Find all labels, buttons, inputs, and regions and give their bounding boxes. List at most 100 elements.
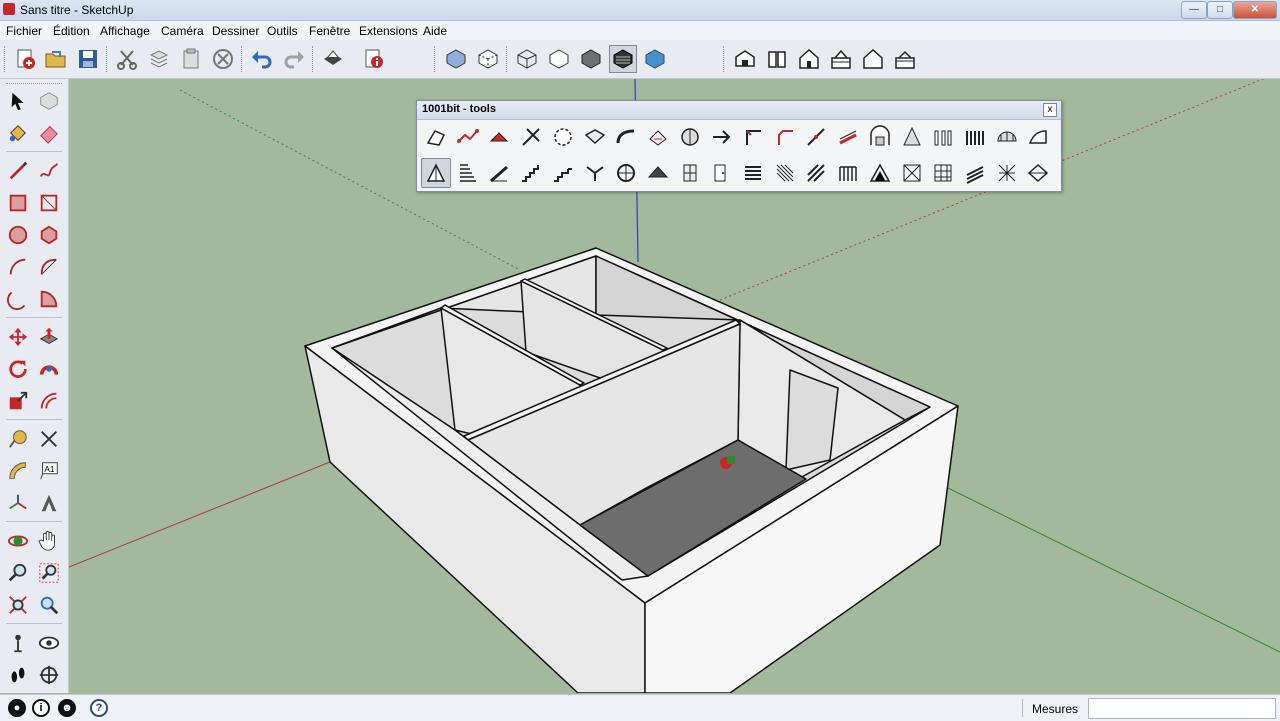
paste-icon[interactable] bbox=[177, 45, 205, 73]
toolbar-grip[interactable] bbox=[6, 83, 62, 84]
paint-bucket-icon[interactable] bbox=[4, 119, 32, 147]
3d-text-icon[interactable] bbox=[35, 489, 63, 517]
shaded-icon[interactable] bbox=[577, 45, 605, 73]
chamfer-icon[interactable] bbox=[738, 122, 768, 152]
curve-icon[interactable] bbox=[611, 122, 641, 152]
polyline-icon[interactable] bbox=[453, 122, 483, 152]
rotate-icon[interactable] bbox=[4, 355, 32, 383]
mesh-icon[interactable] bbox=[897, 158, 927, 188]
toolbar-grip[interactable] bbox=[723, 46, 726, 72]
panel-close-button[interactable]: x bbox=[1043, 103, 1057, 117]
shaded-textures-icon[interactable] bbox=[609, 45, 637, 73]
back-edges-icon[interactable] bbox=[474, 45, 502, 73]
redo-icon[interactable] bbox=[280, 45, 308, 73]
follow-me-icon[interactable] bbox=[35, 355, 63, 383]
walk-icon[interactable] bbox=[4, 661, 32, 689]
lattice-icon[interactable] bbox=[992, 158, 1022, 188]
hidden-line-icon[interactable] bbox=[545, 45, 573, 73]
measurements-input[interactable] bbox=[1088, 698, 1276, 719]
x-ray-icon[interactable] bbox=[442, 45, 470, 73]
columns-icon[interactable] bbox=[960, 122, 990, 152]
polygon-icon[interactable] bbox=[35, 221, 63, 249]
geo-location-icon[interactable]: ● bbox=[8, 699, 26, 717]
zoom-icon[interactable] bbox=[4, 559, 32, 587]
point-tool-icon[interactable] bbox=[421, 122, 451, 152]
wall-tool-icon[interactable] bbox=[421, 158, 451, 188]
erase-icon[interactable] bbox=[209, 45, 237, 73]
toolbar-grip[interactable] bbox=[4, 46, 7, 72]
monochrome-icon[interactable] bbox=[641, 45, 669, 73]
open-folder-icon[interactable] bbox=[42, 45, 70, 73]
minimize-button[interactable]: — bbox=[1181, 1, 1207, 19]
deck-icon[interactable] bbox=[960, 158, 990, 188]
panel-title-bar[interactable]: 1001bit - tools x bbox=[417, 101, 1061, 120]
menu-outils[interactable]: Outils bbox=[267, 24, 298, 38]
front-view-icon[interactable] bbox=[795, 45, 823, 73]
stairs-icon[interactable] bbox=[453, 158, 483, 188]
toolbar-grip[interactable] bbox=[434, 46, 437, 72]
menu-aide[interactable]: Aide bbox=[423, 24, 447, 38]
previous-view-icon[interactable] bbox=[35, 591, 63, 619]
offset-face-icon[interactable] bbox=[580, 122, 610, 152]
menu-fichier[interactable]: Fichier bbox=[6, 24, 42, 38]
new-icon[interactable] bbox=[11, 45, 39, 73]
ramp-icon[interactable] bbox=[484, 158, 514, 188]
zoom-window-icon[interactable] bbox=[35, 559, 63, 587]
divide-icon[interactable] bbox=[643, 122, 673, 152]
circle-center-icon[interactable] bbox=[548, 122, 578, 152]
tile-icon[interactable] bbox=[928, 158, 958, 188]
curved-wall-icon[interactable] bbox=[1023, 122, 1053, 152]
door-icon[interactable] bbox=[706, 158, 736, 188]
iso-view-icon[interactable] bbox=[731, 45, 759, 73]
rotated-rectangle-icon[interactable] bbox=[35, 189, 63, 217]
eraser-icon[interactable] bbox=[35, 119, 63, 147]
stair-split-icon[interactable] bbox=[580, 158, 610, 188]
push-pull-icon[interactable] bbox=[35, 323, 63, 351]
user-icon[interactable]: ☻ bbox=[58, 699, 76, 717]
dimension-icon[interactable] bbox=[35, 425, 63, 453]
top-view-icon[interactable] bbox=[763, 45, 791, 73]
back-view-icon[interactable] bbox=[859, 45, 887, 73]
1001bit-tools-panel[interactable]: 1001bit - tools x bbox=[416, 100, 1062, 192]
wireframe-icon[interactable] bbox=[513, 45, 541, 73]
dome-icon[interactable] bbox=[992, 122, 1022, 152]
arch-icon[interactable] bbox=[865, 122, 895, 152]
protractor-icon[interactable] bbox=[4, 457, 32, 485]
circle-icon[interactable] bbox=[4, 221, 32, 249]
text-icon[interactable]: A1 bbox=[35, 457, 63, 485]
right-view-icon[interactable] bbox=[827, 45, 855, 73]
stair-l-icon[interactable] bbox=[548, 158, 578, 188]
pan-icon[interactable] bbox=[35, 527, 63, 555]
close-button[interactable]: ✕ bbox=[1233, 1, 1277, 19]
undo-icon[interactable] bbox=[248, 45, 276, 73]
two-point-arc-icon[interactable] bbox=[35, 253, 63, 281]
left-view-icon[interactable] bbox=[891, 45, 919, 73]
joists-icon[interactable] bbox=[833, 158, 863, 188]
position-camera-icon[interactable] bbox=[4, 629, 32, 657]
move-icon[interactable] bbox=[4, 323, 32, 351]
select-icon[interactable] bbox=[4, 87, 32, 115]
cut-icon[interactable] bbox=[113, 45, 141, 73]
spiral-stair-icon[interactable] bbox=[611, 158, 641, 188]
orbit-icon[interactable] bbox=[4, 527, 32, 555]
roof-icon[interactable] bbox=[643, 158, 673, 188]
offset-icon[interactable] bbox=[35, 387, 63, 415]
arc-icon[interactable] bbox=[4, 253, 32, 281]
model-info-icon[interactable] bbox=[360, 45, 388, 73]
fillet-icon[interactable] bbox=[484, 122, 514, 152]
copy-icon[interactable] bbox=[145, 45, 173, 73]
save-icon[interactable] bbox=[74, 45, 102, 73]
component-icon[interactable] bbox=[35, 87, 63, 115]
slope-icon[interactable] bbox=[833, 122, 863, 152]
axes-icon[interactable] bbox=[4, 489, 32, 517]
menu-affichage[interactable]: Affichage bbox=[100, 24, 150, 38]
menu-camera[interactable]: Caméra bbox=[161, 24, 204, 38]
pillars-icon[interactable] bbox=[928, 122, 958, 152]
truss-icon[interactable] bbox=[865, 158, 895, 188]
print-icon[interactable] bbox=[319, 45, 347, 73]
extend-icon[interactable] bbox=[516, 122, 546, 152]
credits-icon[interactable]: i bbox=[32, 699, 50, 717]
pencil-line-icon[interactable] bbox=[4, 157, 32, 185]
freehand-icon[interactable] bbox=[35, 157, 63, 185]
look-around-icon[interactable] bbox=[35, 629, 63, 657]
